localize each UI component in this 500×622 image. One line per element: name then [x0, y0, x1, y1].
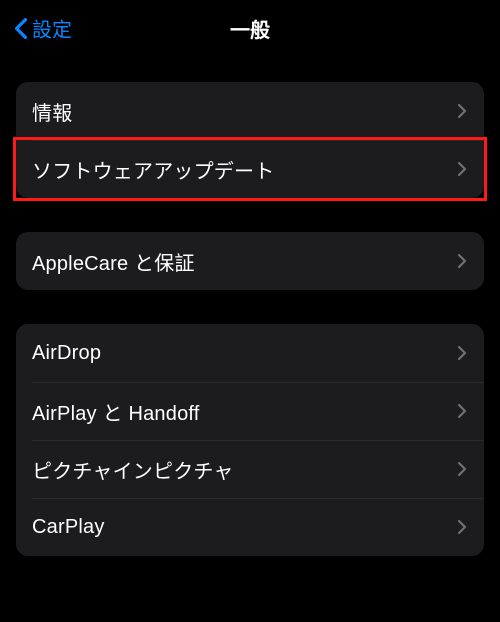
- chevron-right-icon: [456, 344, 468, 362]
- back-button[interactable]: 設定: [6, 8, 78, 49]
- nav-bar: 設定 一般: [0, 0, 500, 56]
- row-carplay[interactable]: CarPlay: [16, 498, 484, 556]
- row-label: AppleCare と保証: [32, 247, 195, 276]
- row-label: ピクチャインピクチャ: [32, 455, 234, 484]
- page-title: 一般: [230, 14, 270, 43]
- settings-group: 情報 ソフトウェアアップデート: [16, 82, 484, 198]
- row-label: AirPlay と Handoff: [32, 397, 200, 426]
- chevron-right-icon: [456, 102, 468, 120]
- settings-group: AirDrop AirPlay と Handoff ピクチャインピクチャ: [16, 324, 484, 556]
- row-software-update[interactable]: ソフトウェアアップデート: [16, 140, 484, 198]
- row-label: CarPlay: [32, 516, 105, 539]
- row-airdrop[interactable]: AirDrop: [16, 324, 484, 382]
- settings-group: AppleCare と保証: [16, 232, 484, 290]
- row-label: AirDrop: [32, 342, 101, 365]
- chevron-left-icon: [12, 15, 30, 41]
- chevron-right-icon: [456, 402, 468, 420]
- content: 情報 ソフトウェアアップデート AppleCare と保証: [0, 82, 500, 556]
- back-label: 設定: [32, 14, 72, 43]
- chevron-right-icon: [456, 460, 468, 478]
- row-about[interactable]: 情報: [16, 82, 484, 140]
- row-label: ソフトウェアアップデート: [32, 155, 274, 184]
- chevron-right-icon: [456, 518, 468, 536]
- row-airplay-handoff[interactable]: AirPlay と Handoff: [16, 382, 484, 440]
- chevron-right-icon: [456, 252, 468, 270]
- row-picture-in-picture[interactable]: ピクチャインピクチャ: [16, 440, 484, 498]
- row-label: 情報: [32, 97, 72, 126]
- chevron-right-icon: [456, 160, 468, 178]
- row-applecare[interactable]: AppleCare と保証: [16, 232, 484, 290]
